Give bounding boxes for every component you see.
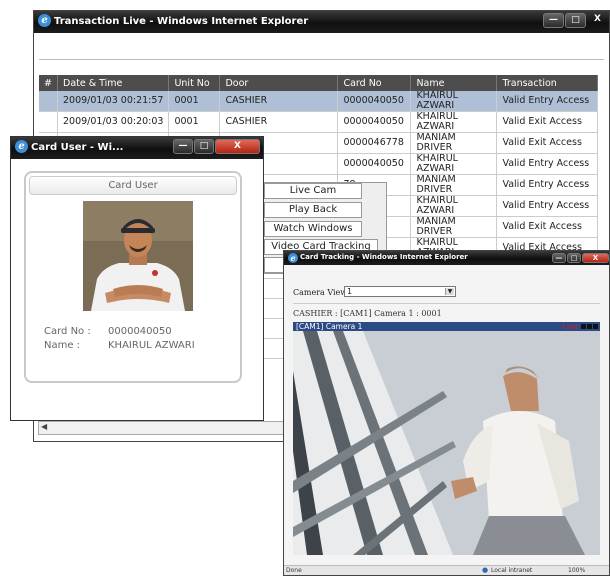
row-name: MANIAM DRIVER (410, 174, 498, 196)
window-title: Card Tracking - Windows Internet Explore… (300, 253, 468, 261)
video-control-icon[interactable] (581, 324, 586, 329)
video-header: [CAM1] Camera 1 Live (293, 322, 600, 331)
row-card-no: 0000040050 (337, 111, 412, 133)
ie-icon: e (15, 140, 28, 153)
row-transaction: Valid Exit Access (496, 132, 599, 154)
row-transaction: Valid Entry Access (496, 91, 599, 112)
card-no-value: 0000040050 (108, 326, 172, 337)
close-button[interactable]: X (587, 13, 608, 28)
ie-icon: e (288, 253, 298, 263)
row-card-no: 0000040050 (337, 153, 412, 175)
col-header-door[interactable]: Door (219, 75, 339, 91)
row-name: KHAIRUL AZWARI (410, 195, 498, 217)
close-button[interactable]: X (215, 139, 260, 154)
row-transaction: Valid Exit Access (496, 111, 599, 133)
card-tracking-window: e Card Tracking - Windows Internet Explo… (283, 250, 610, 576)
table-row[interactable]: 2009/01/03 00:20:03 0001 CASHIER 0000040050… (39, 111, 599, 133)
row-datetime: 2009/01/03 00:21:57 (57, 91, 170, 112)
row-name: MANIAM DRIVER (410, 216, 498, 238)
row-name: KHAIRUL AZWARI (410, 91, 498, 112)
row-index (39, 91, 58, 112)
row-name: KHAIRUL AZWARI (410, 153, 498, 175)
menu-item-play-back[interactable]: Play Back (264, 202, 362, 218)
maximize-button[interactable]: □ (567, 253, 581, 263)
minimize-button[interactable]: — (173, 139, 193, 154)
live-indicator: Live (562, 322, 578, 331)
status-text: Done (286, 567, 302, 574)
row-transaction: Valid Entry Access (496, 195, 599, 217)
col-header-card-no[interactable]: Card No (337, 75, 412, 91)
window-title: Card User - Wi... (31, 142, 124, 153)
card-user-panel: Card User Card No : 0000040050 Name : KH… (24, 171, 242, 383)
row-unit-no: 0001 (168, 91, 221, 112)
col-header-name[interactable]: Name (410, 75, 498, 91)
row-transaction: Valid Entry Access (496, 153, 599, 175)
video-control-icon[interactable] (587, 324, 592, 329)
ie-icon: e (38, 14, 51, 27)
col-header-unit-no[interactable]: Unit No (168, 75, 221, 91)
zone-text: Local intranet (491, 567, 533, 574)
row-index (39, 111, 58, 133)
card-user-window: e Card User - Wi... — □ X Card User Card… (10, 136, 264, 421)
video-control-icon[interactable] (593, 324, 598, 329)
table-header-row: # Date & Time Unit No Door Card No Name … (39, 75, 599, 91)
user-photo (83, 201, 193, 311)
zoom-text[interactable]: 100% (568, 567, 585, 574)
title-bar[interactable]: e Card User - Wi... — □ X (11, 137, 263, 159)
col-header-datetime[interactable]: Date & Time (57, 75, 170, 91)
status-bar: Done ● Local intranet 100% (284, 565, 609, 575)
close-button[interactable]: X (582, 253, 609, 263)
camera-view-value: 1 (347, 287, 353, 296)
maximize-button[interactable]: □ (565, 13, 586, 28)
row-name: KHAIRUL AZWARI (410, 111, 498, 133)
video-header-label: [CAM1] Camera 1 (296, 322, 363, 331)
row-card-no: 0000040050 (337, 91, 412, 112)
row-door: CASHIER (219, 91, 339, 112)
person-photo-icon (83, 201, 193, 311)
minimize-button[interactable]: — (552, 253, 566, 263)
name-value: KHAIRUL AZWARI (108, 340, 195, 351)
camera-view-select[interactable]: 1 ▼ (344, 286, 456, 297)
camera-info: CASHIER : [CAM1] Camera 1 : 0001 (293, 309, 442, 318)
window-title: Transaction Live - Windows Internet Expl… (54, 16, 309, 27)
row-card-no: 0000046778 (337, 132, 412, 154)
title-bar[interactable]: e Card Tracking - Windows Internet Explo… (284, 251, 609, 265)
video-frame-image (293, 331, 600, 555)
table-row[interactable]: 2009/01/03 00:21:57 0001 CASHIER 0000040050… (39, 91, 599, 112)
name-label: Name : (44, 340, 81, 351)
menu-item-live-cam[interactable]: Live Cam (264, 183, 362, 199)
title-bar[interactable]: e Transaction Live - Windows Internet Ex… (34, 11, 609, 33)
card-user-heading: Card User (29, 176, 237, 195)
chevron-down-icon[interactable]: ▼ (445, 288, 454, 295)
maximize-button[interactable]: □ (194, 139, 214, 154)
minimize-button[interactable]: — (543, 13, 564, 28)
row-door: CASHIER (219, 111, 339, 133)
row-unit-no: 0001 (168, 111, 221, 133)
divider (39, 59, 604, 60)
col-header-transaction[interactable]: Transaction (496, 75, 599, 91)
camera-video[interactable]: [CAM1] Camera 1 Live (293, 322, 600, 555)
row-name: MANIAM DRIVER (410, 132, 498, 154)
card-no-label: Card No : (44, 326, 91, 337)
col-header-index[interactable]: # (39, 75, 58, 91)
globe-icon: ● (482, 566, 489, 574)
row-transaction: Valid Exit Access (496, 216, 599, 238)
row-transaction: Valid Entry Access (496, 174, 599, 196)
divider (293, 303, 600, 304)
menu-item-watch-windows[interactable]: Watch Windows (264, 221, 362, 237)
row-datetime: 2009/01/03 00:20:03 (57, 111, 170, 133)
scroll-left-icon[interactable]: ◀ (41, 422, 47, 431)
